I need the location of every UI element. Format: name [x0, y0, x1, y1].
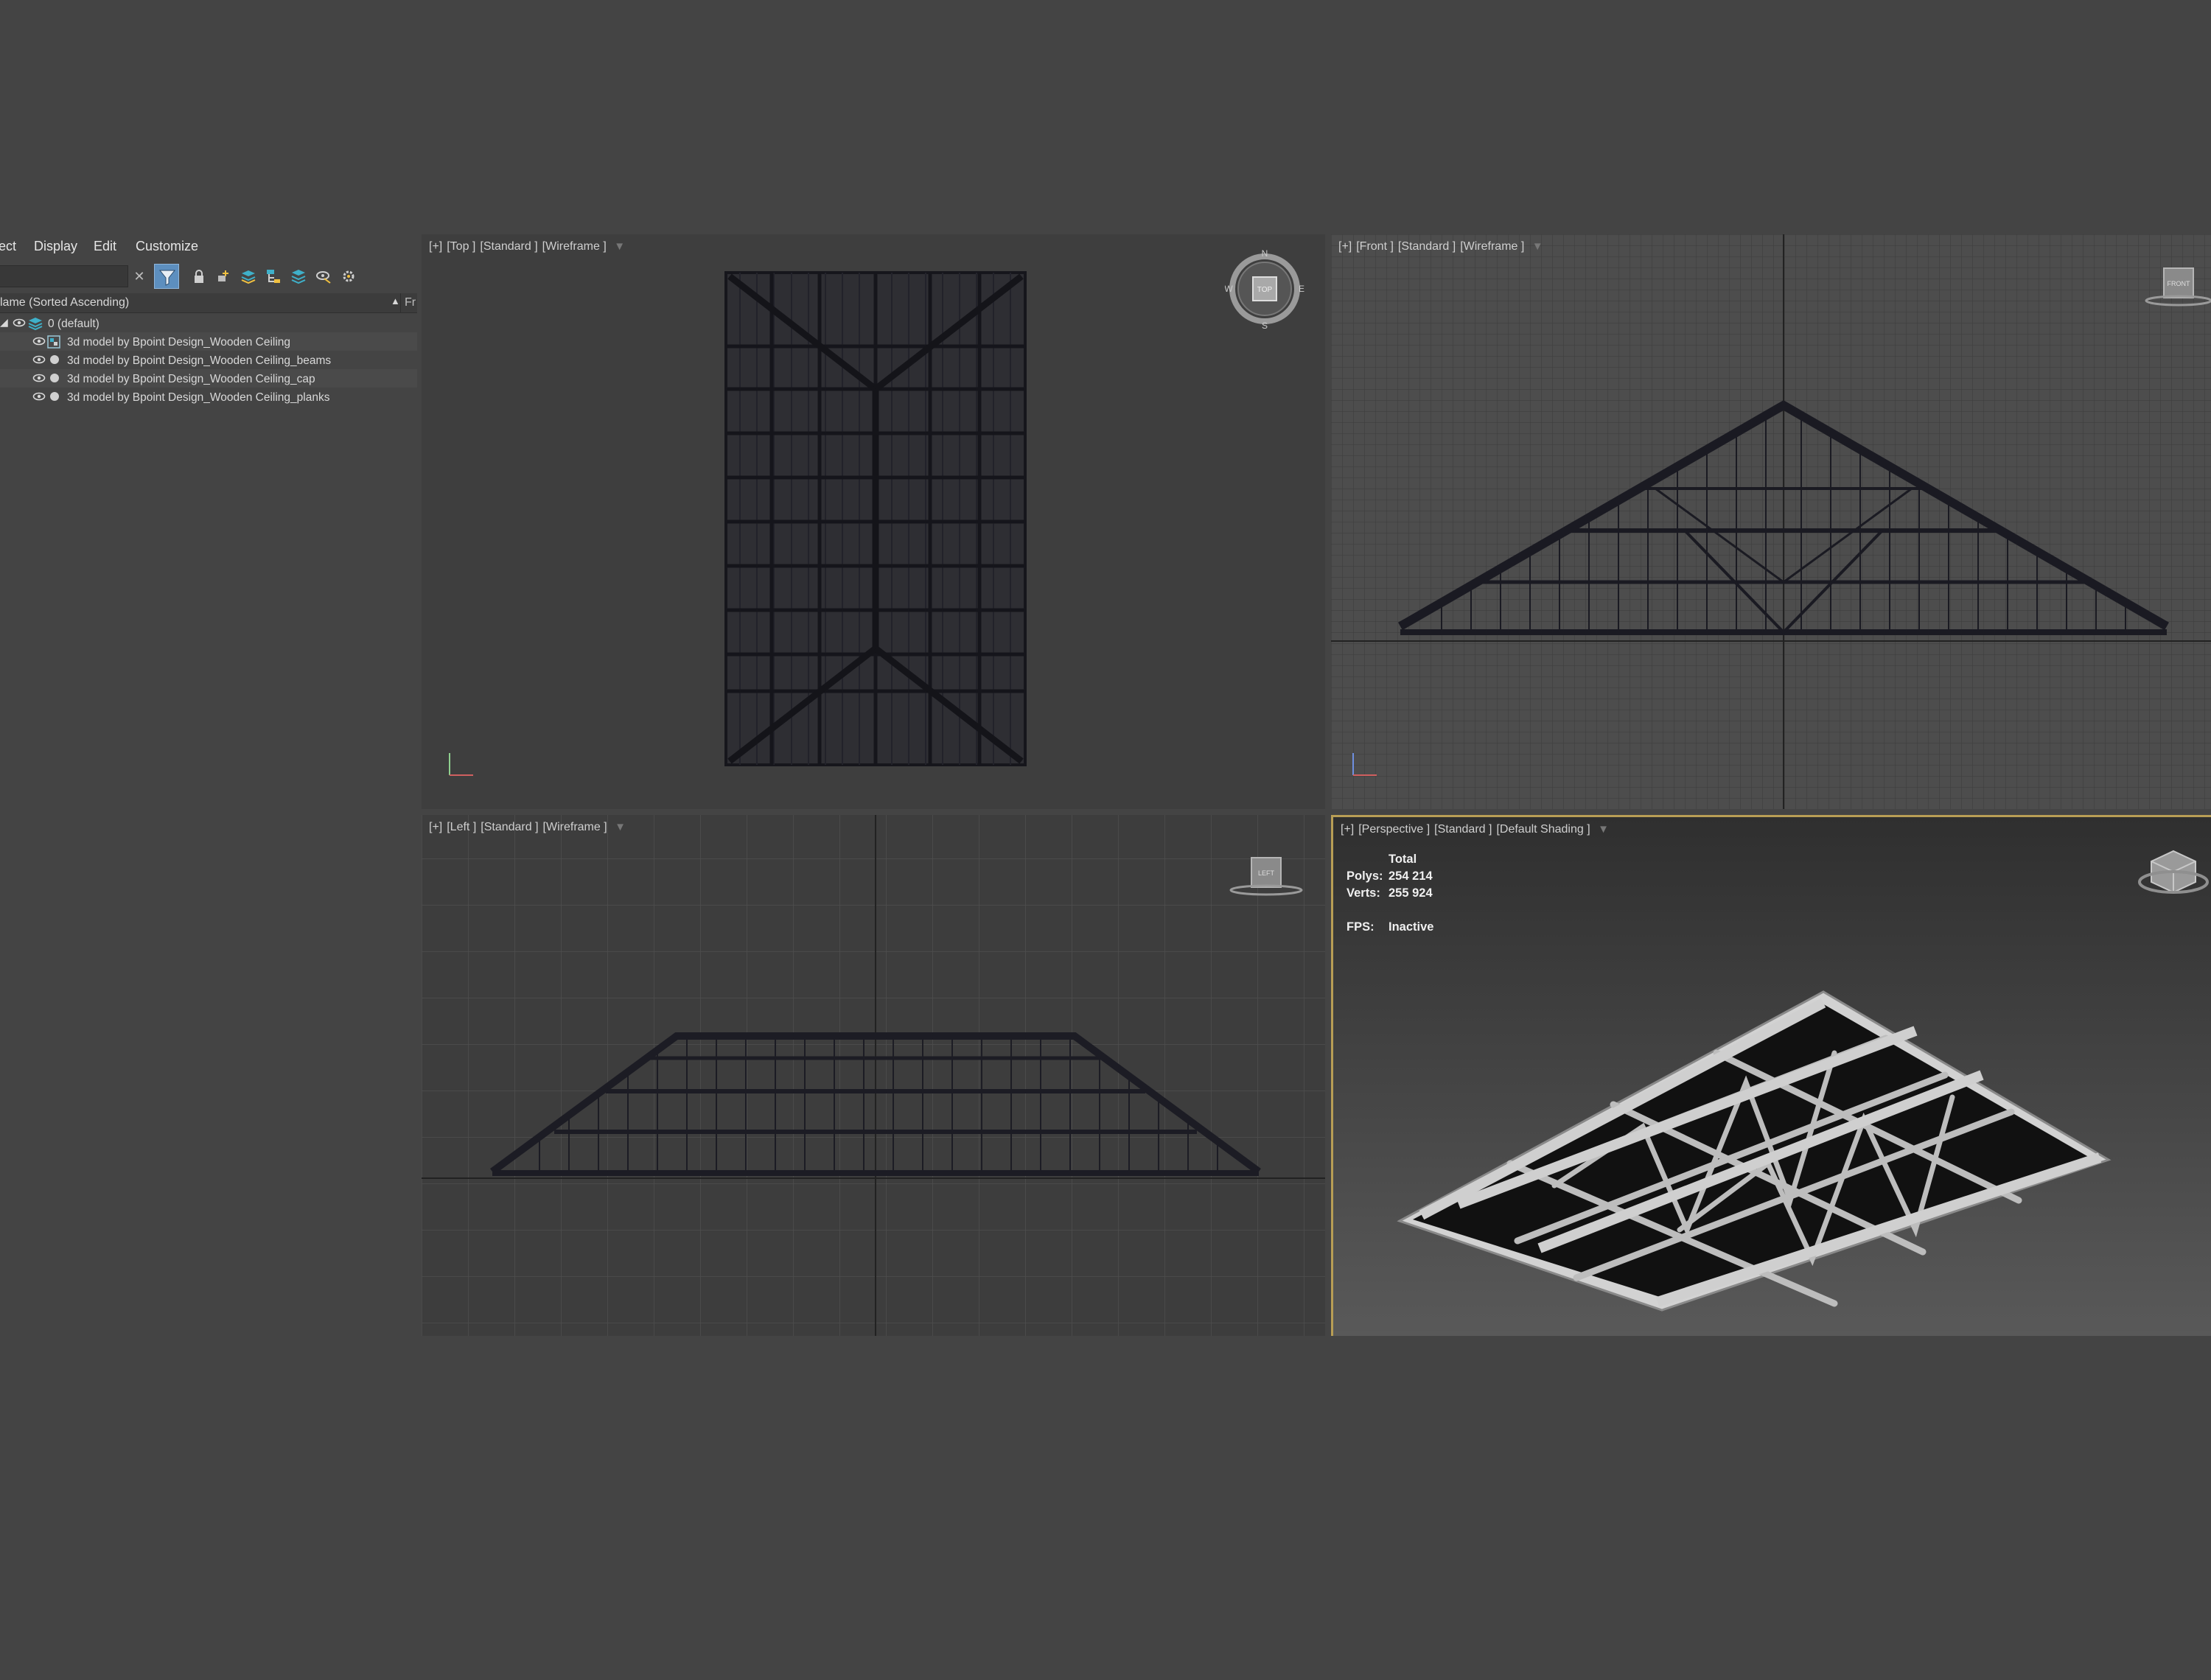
viewport-menu[interactable]: [+]	[429, 821, 442, 833]
viewport-perspective[interactable]: [+] [Perspective ] [Standard ] [Default Sha…	[1331, 815, 2211, 1336]
scene-explorer: ect Display Edit Customize ✕ lame (Sorte…	[0, 234, 420, 1336]
menu-select[interactable]: ect	[0, 239, 16, 254]
viewport-label[interactable]: [+] [Left ] [Standard ] [Wireframe ] ▼	[429, 821, 626, 834]
object-icon	[50, 355, 59, 364]
view-name[interactable]: [Perspective ]	[1358, 823, 1430, 836]
eye-icon[interactable]	[32, 336, 46, 346]
object-label: 3d model by Bpoint Design_Wooden Ceiling…	[67, 354, 332, 367]
stats-total-label: Total	[1389, 853, 1417, 866]
viewport-menu[interactable]: [+]	[1338, 240, 1352, 253]
view-cube-icon[interactable]: LEFT	[1225, 853, 1306, 905]
object-row[interactable]: 3d model by Bpoint Design_Wooden Ceiling…	[0, 351, 417, 369]
frozen-column-header[interactable]: Fr	[405, 296, 416, 309]
eye-icon[interactable]	[32, 354, 46, 365]
shading-mode[interactable]: [Default Shading ]	[1496, 823, 1590, 836]
viewport-label[interactable]: [+] [Front ] [Standard ] [Wireframe ] ▼	[1338, 240, 1543, 253]
lock-icon[interactable]	[191, 268, 207, 284]
layer-row[interactable]: ◢ 0 (default)	[0, 314, 417, 332]
viewport-filter-icon[interactable]: ▼	[614, 240, 625, 253]
eye-icon[interactable]	[32, 373, 46, 383]
compass-north: N	[1262, 249, 1268, 259]
compass-west: W	[1225, 284, 1233, 294]
axis-tripod-icon	[1352, 753, 1377, 776]
name-column-header[interactable]: lame (Sorted Ascending)	[0, 296, 129, 309]
shading-mode[interactable]: [Wireframe ]	[542, 240, 607, 253]
view-name[interactable]: [Top ]	[447, 240, 475, 253]
view-name[interactable]: [Front ]	[1356, 240, 1394, 253]
stats-polys-value: 254 214	[1389, 869, 1433, 883]
compass-icon[interactable]: TOP N S E W	[1225, 249, 1306, 330]
left-wireframe	[422, 815, 1325, 1336]
front-wireframe	[1331, 234, 2211, 809]
expand-icon[interactable]: ◢	[0, 316, 8, 329]
object-row[interactable]: 3d model by Bpoint Design_Wooden Ceiling…	[0, 369, 417, 388]
object-label: 3d model by Bpoint Design_Wooden Ceiling…	[67, 373, 315, 385]
stats-verts-value: 255 924	[1389, 886, 1433, 900]
top-wireframe	[724, 271, 1027, 766]
viewport-left[interactable]: [+] [Left ] [Standard ] [Wireframe ] ▼ LEFT	[422, 815, 1325, 1336]
hierarchy-icon[interactable]	[265, 268, 282, 284]
explorer-column-header: lame (Sorted Ascending) ▲ Fr	[0, 293, 417, 313]
eye-icon[interactable]	[32, 391, 46, 402]
filter-button[interactable]	[154, 264, 179, 289]
search-input[interactable]	[0, 265, 128, 287]
view-name[interactable]: [Left ]	[447, 821, 476, 833]
layer-icon	[28, 318, 43, 331]
view-mode[interactable]: [Standard ]	[481, 821, 538, 833]
object-icon	[50, 392, 59, 401]
stack-icon[interactable]	[290, 268, 307, 284]
viewport-menu[interactable]: [+]	[429, 240, 442, 253]
object-icon	[50, 374, 59, 382]
compass-south: S	[1262, 321, 1268, 330]
view-mode[interactable]: [Standard ]	[1434, 823, 1492, 836]
explorer-menubar: ect Display Edit Customize	[0, 234, 420, 259]
column-divider[interactable]	[400, 293, 401, 312]
view-mode[interactable]: [Standard ]	[480, 240, 537, 253]
view-cube-label: TOP	[1257, 286, 1273, 294]
hide-icon[interactable]	[315, 268, 332, 284]
settings-icon[interactable]	[340, 268, 357, 284]
viewport-label[interactable]: [+] [Top ] [Standard ] [Wireframe ] ▼	[429, 240, 625, 253]
view-cube-icon[interactable]	[2134, 847, 2211, 906]
viewport-menu[interactable]: [+]	[1341, 823, 1354, 836]
perspective-render	[1397, 990, 2112, 1312]
compass-east: E	[1299, 284, 1304, 294]
menu-display[interactable]: Display	[34, 239, 77, 254]
shading-mode[interactable]: [Wireframe ]	[1460, 240, 1524, 253]
sort-ascending-icon: ▲	[391, 295, 400, 307]
view-cube-label: LEFT	[1258, 869, 1275, 877]
menu-customize[interactable]: Customize	[136, 239, 198, 254]
view-cube-label: FRONT	[2168, 280, 2190, 287]
view-mode[interactable]: [Standard ]	[1398, 240, 1456, 253]
viewport-filter-icon[interactable]: ▼	[1532, 240, 1543, 253]
layers-icon[interactable]	[240, 268, 256, 284]
viewport-filter-icon[interactable]: ▼	[1598, 823, 1609, 836]
group-icon	[47, 335, 60, 349]
object-row[interactable]: 3d model by Bpoint Design_Wooden Ceiling	[0, 332, 417, 351]
axis-tripod-icon	[449, 753, 473, 776]
stats-fps-value: Inactive	[1389, 920, 1434, 934]
stats-fps-label: FPS:	[1346, 920, 1375, 934]
add-icon[interactable]	[215, 268, 231, 284]
filter-icon	[158, 270, 176, 286]
view-cube-icon[interactable]: FRONT	[2139, 264, 2211, 315]
viewport-front[interactable]: [+] [Front ] [Standard ] [Wireframe ] ▼ FRO…	[1331, 234, 2211, 809]
stats-verts-label: Verts:	[1346, 886, 1380, 900]
menu-edit[interactable]: Edit	[94, 239, 116, 254]
explorer-toolbar: ✕	[0, 261, 420, 293]
clear-icon[interactable]: ✕	[131, 268, 147, 284]
viewport-filter-icon[interactable]: ▼	[615, 821, 626, 833]
object-row[interactable]: 3d model by Bpoint Design_Wooden Ceiling…	[0, 388, 417, 406]
object-label: 3d model by Bpoint Design_Wooden Ceiling…	[67, 391, 330, 404]
shading-mode[interactable]: [Wireframe ]	[543, 821, 607, 833]
layer-label: 0 (default)	[48, 318, 99, 330]
viewport-top[interactable]: [+] [Top ] [Standard ] [Wireframe ] ▼ TOP N…	[422, 234, 1325, 809]
object-label: 3d model by Bpoint Design_Wooden Ceiling	[67, 336, 291, 349]
viewport-label[interactable]: [+] [Perspective ] [Standard ] [Default Sha…	[1341, 823, 1609, 836]
stats-polys-label: Polys:	[1346, 869, 1383, 883]
eye-icon[interactable]	[13, 318, 26, 328]
